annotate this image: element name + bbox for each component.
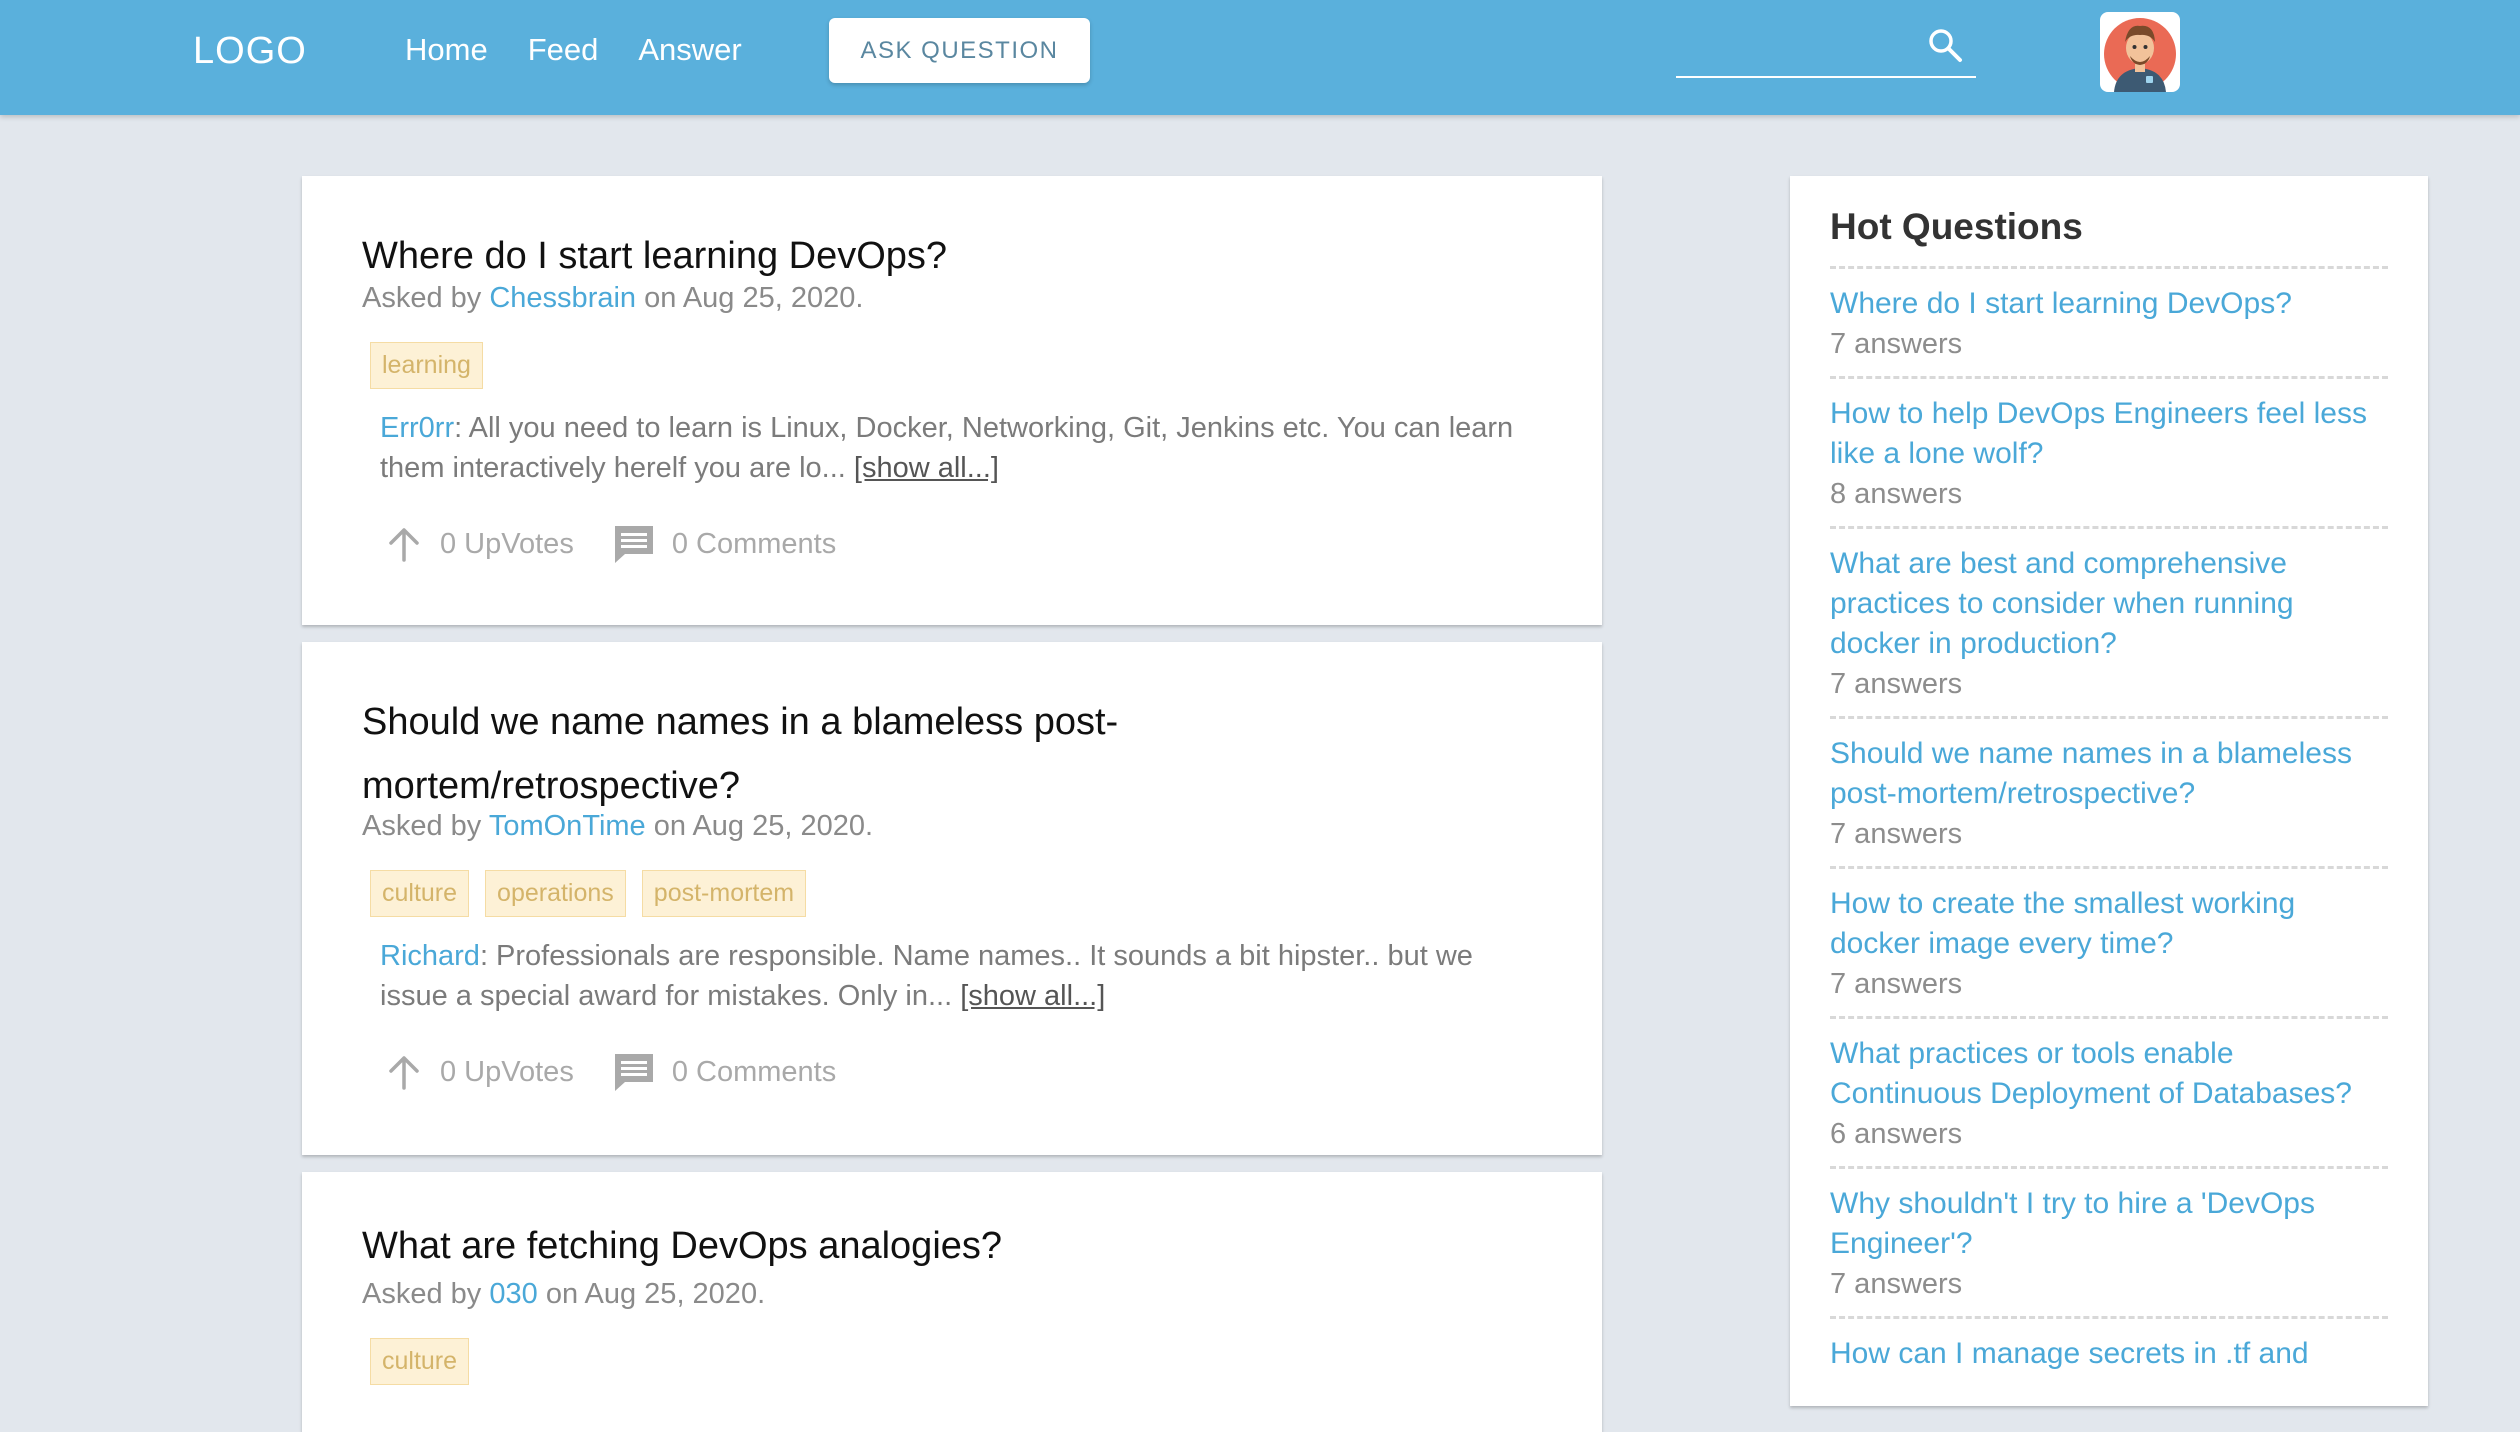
upvote-count: 0 UpVotes — [440, 527, 574, 560]
answer-count: 6 answers — [1830, 1118, 1963, 1150]
asker-link[interactable]: 030 — [489, 1278, 537, 1310]
upvote-button[interactable]: 0 UpVotes — [384, 524, 574, 564]
asked-date: on Aug 25, 2020. — [653, 810, 874, 842]
user-avatar[interactable] — [2100, 12, 2180, 92]
question-actions: 0 UpVotes 0 Comments — [384, 523, 836, 565]
question-card: Where do I start learning DevOps? Asked … — [302, 176, 1602, 625]
tag-list: culture — [370, 1338, 470, 1385]
question-title[interactable]: What are fetching DevOps analogies? — [362, 1214, 1512, 1278]
hot-question-item: What are best and comprehensive practice… — [1830, 526, 2388, 716]
nav-feed-link[interactable]: Feed — [528, 32, 599, 68]
hot-question-item: Should we name names in a blameless post… — [1830, 716, 2388, 866]
comments-button[interactable]: 0 Comments — [612, 523, 836, 565]
ask-question-button[interactable]: ASK QUESTION — [829, 18, 1090, 83]
asked-prefix: Asked by — [362, 282, 482, 314]
upvote-count: 0 UpVotes — [440, 1055, 574, 1088]
question-card: Should we name names in a blameless post… — [302, 642, 1602, 1155]
comment-icon — [614, 1054, 653, 1091]
asked-prefix: Asked by — [362, 1278, 482, 1310]
comment-count: 0 Comments — [671, 527, 837, 560]
asked-prefix: Asked by — [362, 810, 482, 842]
tag-list: learning — [370, 342, 483, 389]
hot-question-link[interactable]: Where do I start learning DevOps? — [1830, 284, 2388, 324]
search-box — [1676, 20, 1976, 78]
show-all-link[interactable]: [show all...] — [854, 452, 999, 484]
answer-preview: Err0rr: All you need to learn is Linux, … — [380, 408, 1540, 488]
answer-count: 7 answers — [1830, 818, 1963, 850]
answer-count: 7 answers — [1830, 328, 1963, 360]
nav-answer-link[interactable]: Answer — [638, 32, 741, 68]
hot-questions-panel: Hot Questions Where do I start learning … — [1790, 176, 2428, 1406]
asked-by: Asked by Chessbrain on Aug 25, 2020. — [362, 282, 863, 315]
arrow-up-icon — [389, 528, 419, 562]
question-title[interactable]: Where do I start learning DevOps? — [362, 224, 1512, 288]
hot-question-item: How to help DevOps Engineers feel less l… — [1830, 376, 2388, 526]
answer-count: 7 answers — [1830, 968, 1963, 1000]
hot-question-link[interactable]: How can I manage secrets in .tf and — [1830, 1334, 2388, 1374]
hot-question-item: How can I manage secrets in .tf and — [1830, 1316, 2388, 1386]
logo[interactable]: LOGO — [193, 30, 307, 73]
hot-question-item: Why shouldn't I try to hire a 'DevOps En… — [1830, 1166, 2388, 1316]
hot-question-link[interactable]: What are best and comprehensive practice… — [1830, 544, 2388, 664]
answer-count: 7 answers — [1830, 668, 1963, 700]
hot-question-item: Where do I start learning DevOps? 7 answ… — [1830, 266, 2388, 376]
hot-question-link[interactable]: How to help DevOps Engineers feel less l… — [1830, 394, 2388, 474]
tag[interactable]: culture — [370, 870, 470, 917]
comments-button[interactable]: 0 Comments — [612, 1051, 836, 1093]
answer-text: : Professionals are responsible. Name na… — [380, 940, 1473, 1012]
show-all-link[interactable]: [show all...] — [960, 980, 1105, 1012]
question-card: What are fetching DevOps analogies? Aske… — [302, 1172, 1602, 1432]
answer-count: 8 answers — [1830, 478, 1963, 510]
comment-icon — [614, 526, 653, 563]
hot-question-link[interactable]: Why shouldn't I try to hire a 'DevOps En… — [1830, 1184, 2388, 1264]
main-nav: Home Feed Answer — [405, 32, 742, 68]
hot-question-link[interactable]: How to create the smallest working docke… — [1830, 884, 2388, 964]
tag[interactable]: operations — [485, 870, 626, 917]
hot-question-link[interactable]: Should we name names in a blameless post… — [1830, 734, 2388, 814]
asker-link[interactable]: TomOnTime — [489, 810, 646, 842]
asker-link[interactable]: Chessbrain — [489, 282, 636, 314]
hot-question-link[interactable]: What practices or tools enable Continuou… — [1830, 1034, 2388, 1114]
answer-author-link[interactable]: Richard — [380, 940, 480, 972]
hot-questions-list: Where do I start learning DevOps? 7 answ… — [1830, 266, 2388, 1386]
upvote-button[interactable]: 0 UpVotes — [384, 1052, 574, 1092]
hot-question-item: How to create the smallest working docke… — [1830, 866, 2388, 1016]
tag[interactable]: culture — [370, 1338, 470, 1385]
question-title[interactable]: Should we name names in a blameless post… — [362, 690, 1242, 818]
arrow-up-icon — [389, 1056, 419, 1090]
tag[interactable]: post-mortem — [641, 870, 807, 917]
answer-count: 7 answers — [1830, 1268, 1963, 1300]
nav-home-link[interactable]: Home — [405, 32, 488, 68]
search-icon[interactable] — [1926, 26, 1966, 66]
tag-list: culture operations post-mortem — [370, 870, 807, 917]
top-nav-bar: LOGO Home Feed Answer ASK QUESTION — [0, 0, 2520, 115]
answer-preview: Richard: Professionals are responsible. … — [380, 936, 1540, 1016]
comment-count: 0 Comments — [671, 1055, 837, 1088]
hot-question-item: What practices or tools enable Continuou… — [1830, 1016, 2388, 1166]
asked-date: on Aug 25, 2020. — [545, 1278, 766, 1310]
hot-questions-title: Hot Questions — [1830, 206, 2083, 247]
search-input[interactable] — [1676, 28, 1920, 70]
asked-by: Asked by 030 on Aug 25, 2020. — [362, 1278, 765, 1311]
answer-author-link[interactable]: Err0rr — [380, 412, 454, 444]
tag[interactable]: learning — [370, 342, 483, 389]
asked-by: Asked by TomOnTime on Aug 25, 2020. — [362, 810, 873, 843]
question-actions: 0 UpVotes 0 Comments — [384, 1051, 836, 1093]
asked-date: on Aug 25, 2020. — [644, 282, 864, 314]
